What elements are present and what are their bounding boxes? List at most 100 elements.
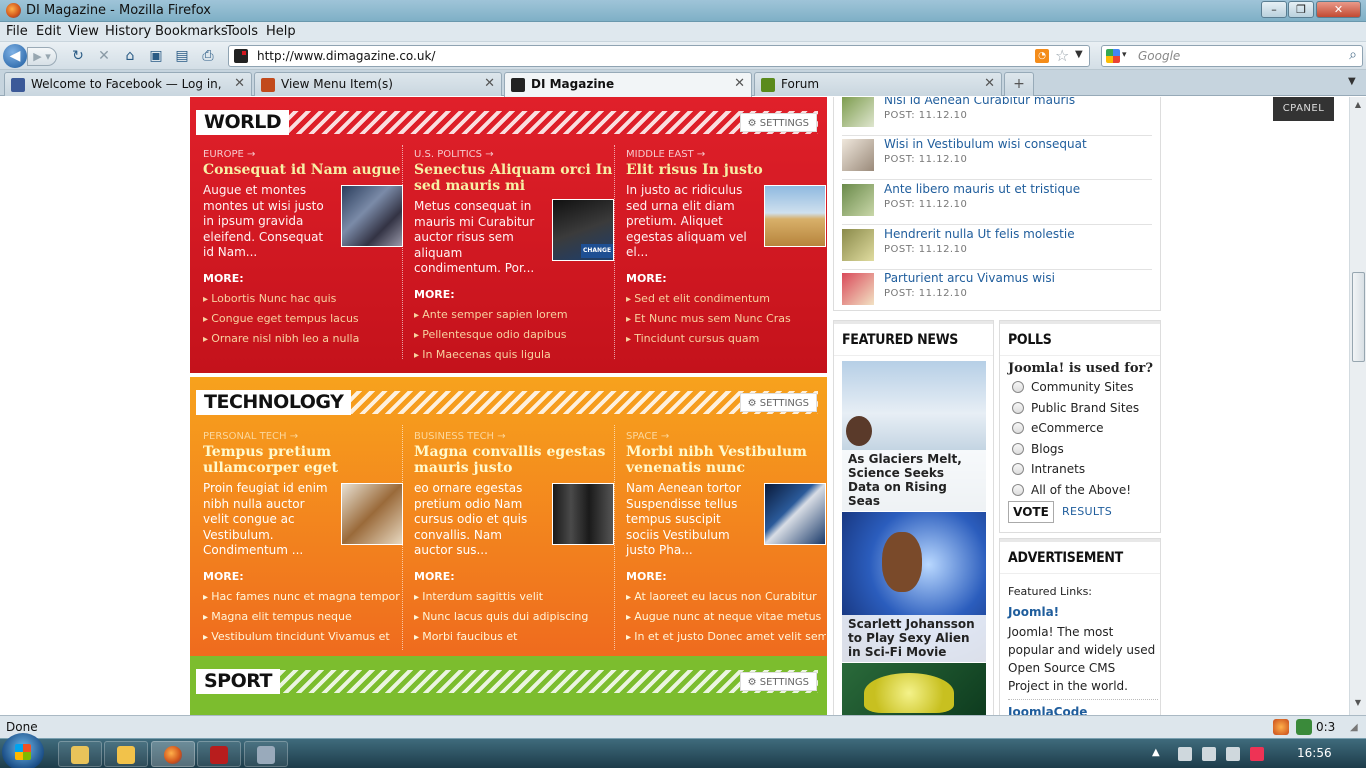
taskbar-firefox[interactable] [151, 741, 195, 767]
more-link[interactable]: Vestibulum tincidunt Vivamus et [203, 627, 403, 647]
taskbar-explorer[interactable] [58, 741, 102, 767]
taskbar-download[interactable] [244, 741, 288, 767]
google-engine-icon[interactable] [1106, 49, 1120, 63]
addon-status-icon[interactable] [1273, 719, 1289, 735]
bookmark-star-icon[interactable]: ☆ [1055, 46, 1069, 65]
taskbar-messenger[interactable] [104, 741, 148, 767]
start-button[interactable] [2, 733, 44, 768]
tab-forum[interactable]: Forum ✕ [754, 72, 1002, 96]
radio-button[interactable] [1012, 484, 1024, 496]
stop-icon[interactable]: ✕ [94, 46, 114, 66]
minimize-button[interactable]: – [1261, 1, 1287, 18]
menu-view[interactable]: View [68, 24, 99, 39]
vote-button[interactable]: VOTE [1008, 501, 1054, 523]
article-headline[interactable]: Elit risus In justo [626, 162, 826, 178]
tab-list-icon[interactable]: ▼ [1348, 76, 1356, 87]
list-item[interactable]: Nisl id Aenean Curabitur mauris POST: 11… [842, 97, 1152, 136]
more-link[interactable]: Nunc lacus quis dui adipiscing [414, 607, 614, 627]
article-thumbnail[interactable] [552, 483, 614, 545]
reload-icon[interactable]: ↻ [68, 46, 88, 66]
article-headline[interactable]: Morbi nibh Vestibulum venenatis nunc [626, 444, 826, 476]
resize-grip-icon[interactable]: ◢ [1350, 722, 1358, 733]
taskbar-filezilla[interactable] [197, 741, 241, 767]
more-link[interactable]: Augue nunc at neque vitae metus [626, 607, 826, 627]
featured-caption[interactable]: Scarlett Johansson to Play Sexy Alien in… [842, 615, 986, 662]
settings-button[interactable]: ⚙ SETTINGS [739, 113, 817, 132]
tab-view-menu-items[interactable]: View Menu Item(s) ✕ [254, 72, 502, 96]
back-button[interactable]: ◀ [3, 44, 27, 68]
more-link[interactable]: Ante semper sapien lorem [414, 305, 614, 325]
more-link[interactable]: Pellentesque odio dapibus [414, 325, 614, 345]
menu-tools[interactable]: Tools [226, 24, 258, 39]
search-placeholder[interactable]: Google [1138, 49, 1180, 63]
menu-help[interactable]: Help [266, 24, 296, 39]
article-headline[interactable]: Senectus Aliquam orci In sed mauris mi [414, 162, 614, 194]
home-icon[interactable]: ⌂ [120, 46, 140, 66]
post-title-link[interactable]: Hendrerit nulla Ut felis molestie [884, 227, 1075, 241]
settings-button[interactable]: ⚙ SETTINGS [739, 672, 817, 691]
search-box[interactable]: ▾ Google ⌕ [1101, 45, 1363, 67]
more-link[interactable]: Ornare nisl nibh leo a nulla [203, 329, 403, 349]
tab-facebook[interactable]: Welcome to Facebook — Log in, si... ✕ [4, 72, 252, 96]
more-link[interactable]: In Maecenas quis ligula [414, 345, 614, 365]
scroll-up-icon[interactable]: ▲ [1352, 100, 1364, 114]
poll-option[interactable]: Blogs [1012, 442, 1064, 456]
ad-link[interactable]: JoomlaCode [1008, 705, 1087, 715]
sync-status-icon[interactable] [1296, 719, 1312, 735]
menu-bookmarks[interactable]: Bookmarks [155, 24, 228, 39]
clock[interactable]: 16:56 [1297, 746, 1332, 760]
list-item[interactable]: Parturient arcu Vivamus wisi POST: 11.12… [842, 271, 1152, 314]
tab-close-icon[interactable]: ✕ [234, 76, 245, 91]
scrollbar-thumb[interactable] [1352, 272, 1365, 362]
tab-close-icon[interactable]: ✕ [984, 76, 995, 91]
featured-item[interactable] [842, 663, 986, 715]
featured-caption[interactable]: As Glaciers Melt, Science Seeks Data on … [842, 450, 986, 511]
radio-button[interactable] [1012, 463, 1024, 475]
new-tab-button[interactable]: + [1004, 72, 1034, 96]
post-title-link[interactable]: Wisi in Vestibulum wisi consequat [884, 137, 1087, 151]
category-link[interactable]: MIDDLE EAST → [626, 149, 826, 160]
network-icon[interactable] [1226, 747, 1240, 761]
menu-history[interactable]: History [105, 24, 151, 39]
results-link[interactable]: RESULTS [1062, 505, 1112, 518]
post-title-link[interactable]: Ante libero mauris ut et tristique [884, 182, 1080, 196]
more-link[interactable]: Lobortis Nunc hac quis [203, 289, 403, 309]
more-link[interactable]: Tincidunt cursus quam [626, 329, 826, 349]
menu-file[interactable]: File [6, 24, 28, 39]
more-link[interactable]: Magna elit tempus neque [203, 607, 403, 627]
more-link[interactable]: Sed et elit condimentum [626, 289, 826, 309]
article-thumbnail[interactable]: CHANGE [552, 199, 614, 261]
tab-di-magazine[interactable]: DI Magazine ✕ [504, 72, 752, 97]
radio-button[interactable] [1012, 422, 1024, 434]
poll-option[interactable]: All of the Above! [1012, 483, 1131, 497]
featured-item[interactable]: As Glaciers Melt, Science Seeks Data on … [842, 361, 986, 511]
category-link[interactable]: BUSINESS TECH → [414, 431, 614, 442]
poll-option[interactable]: Public Brand Sites [1012, 401, 1139, 415]
category-link[interactable]: U.S. POLITICS → [414, 149, 614, 160]
rss-feed-icon[interactable]: ◔ [1035, 49, 1049, 63]
article-headline[interactable]: Tempus pretium ullamcorper eget [203, 444, 403, 476]
list-item[interactable]: Wisi in Vestibulum wisi consequat POST: … [842, 137, 1152, 180]
article-thumbnail[interactable] [341, 185, 403, 247]
article-thumbnail[interactable] [764, 185, 826, 247]
more-link[interactable]: Et Nunc mus sem Nunc Cras [626, 309, 826, 329]
post-thumbnail[interactable] [842, 273, 874, 305]
search-icon[interactable]: ⌕ [1349, 47, 1357, 63]
more-link[interactable]: In et et justo Donec amet velit sem [626, 627, 826, 647]
tab-close-icon[interactable]: ✕ [484, 76, 495, 91]
post-title-link[interactable]: Parturient arcu Vivamus wisi [884, 271, 1055, 285]
tray-expand-icon[interactable]: ▲ [1152, 747, 1160, 758]
more-link[interactable]: Hac fames nunc et magna tempor [203, 587, 403, 607]
print-icon[interactable]: ⎙ [198, 46, 218, 66]
url-dropdown-icon[interactable]: ▼ [1075, 49, 1083, 60]
list-item[interactable]: Ante libero mauris ut et tristique POST:… [842, 182, 1152, 225]
ad-link[interactable]: Joomla! [1008, 605, 1059, 619]
radio-button[interactable] [1012, 381, 1024, 393]
cpanel-button[interactable]: CPANEL [1273, 97, 1334, 121]
volume-muted-icon[interactable] [1250, 747, 1264, 761]
post-title-link[interactable]: Nisl id Aenean Curabitur mauris [884, 97, 1075, 107]
post-thumbnail[interactable] [842, 229, 874, 261]
article-headline[interactable]: Consequat id Nam augue [203, 162, 403, 178]
post-thumbnail[interactable] [842, 97, 874, 127]
poll-option[interactable]: Intranets [1012, 462, 1085, 476]
